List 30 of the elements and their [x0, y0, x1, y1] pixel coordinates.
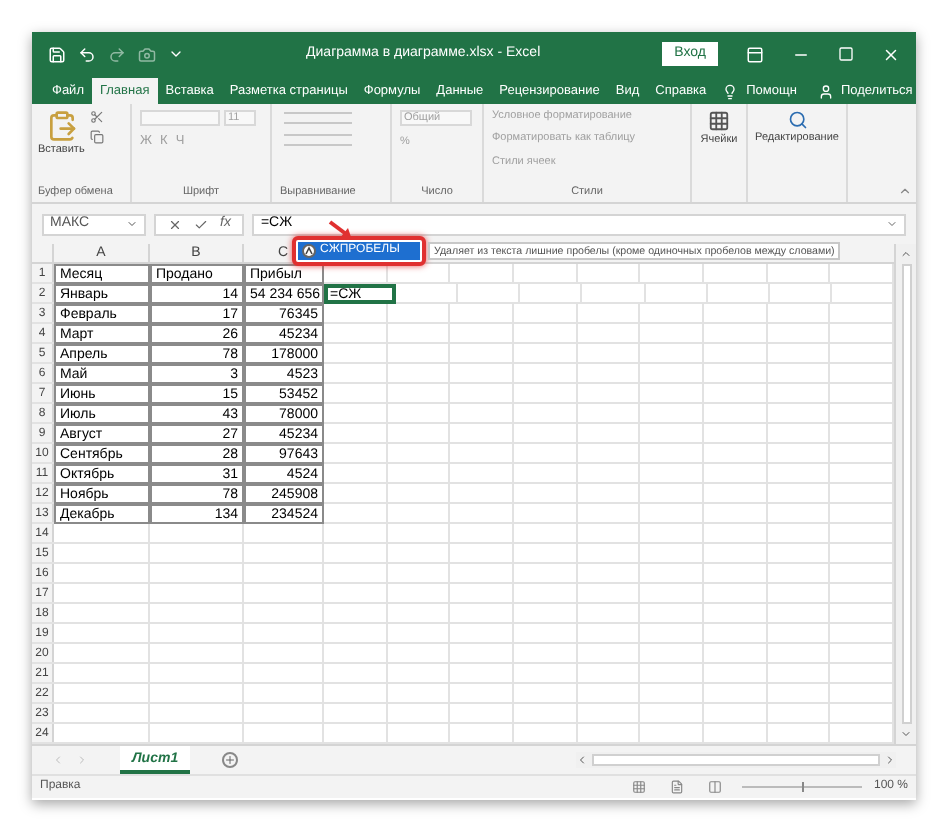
font-name-field[interactable]: [140, 110, 220, 126]
undo-icon[interactable]: [78, 45, 96, 63]
ribbon-display-icon[interactable]: [746, 45, 764, 63]
expand-icon[interactable]: [886, 218, 898, 230]
maximize-icon[interactable]: [838, 46, 854, 62]
scroll-left-icon[interactable]: [576, 754, 588, 766]
add-sheet-icon[interactable]: [224, 754, 237, 766]
paste-icon[interactable]: [45, 110, 78, 142]
copy-icon[interactable]: [90, 130, 105, 144]
lightbulb-icon: [722, 83, 739, 99]
collapse-ribbon-icon[interactable]: [898, 184, 912, 198]
scissors-icon[interactable]: [90, 110, 105, 124]
page-break-icon[interactable]: [707, 780, 722, 794]
scroll-up-icon[interactable]: [900, 248, 912, 260]
alignment-icon[interactable]: [284, 134, 352, 146]
vertical-scrollbar[interactable]: [894, 244, 916, 744]
save-icon[interactable]: [48, 45, 66, 63]
person-icon: [818, 83, 835, 99]
function-icon: [304, 246, 314, 256]
normal-view-icon[interactable]: [631, 780, 646, 794]
cells-icon[interactable]: [708, 110, 730, 132]
search-icon[interactable]: [787, 110, 807, 130]
check-icon[interactable]: [194, 217, 208, 231]
close-icon[interactable]: [882, 45, 900, 63]
alignment-icon[interactable]: [284, 112, 352, 124]
customize-icon[interactable]: [168, 46, 184, 62]
cancel-icon[interactable]: [168, 217, 182, 231]
scroll-right-icon[interactable]: [884, 754, 896, 766]
page-layout-icon[interactable]: [669, 780, 684, 794]
scroll-down-icon[interactable]: [900, 728, 912, 740]
